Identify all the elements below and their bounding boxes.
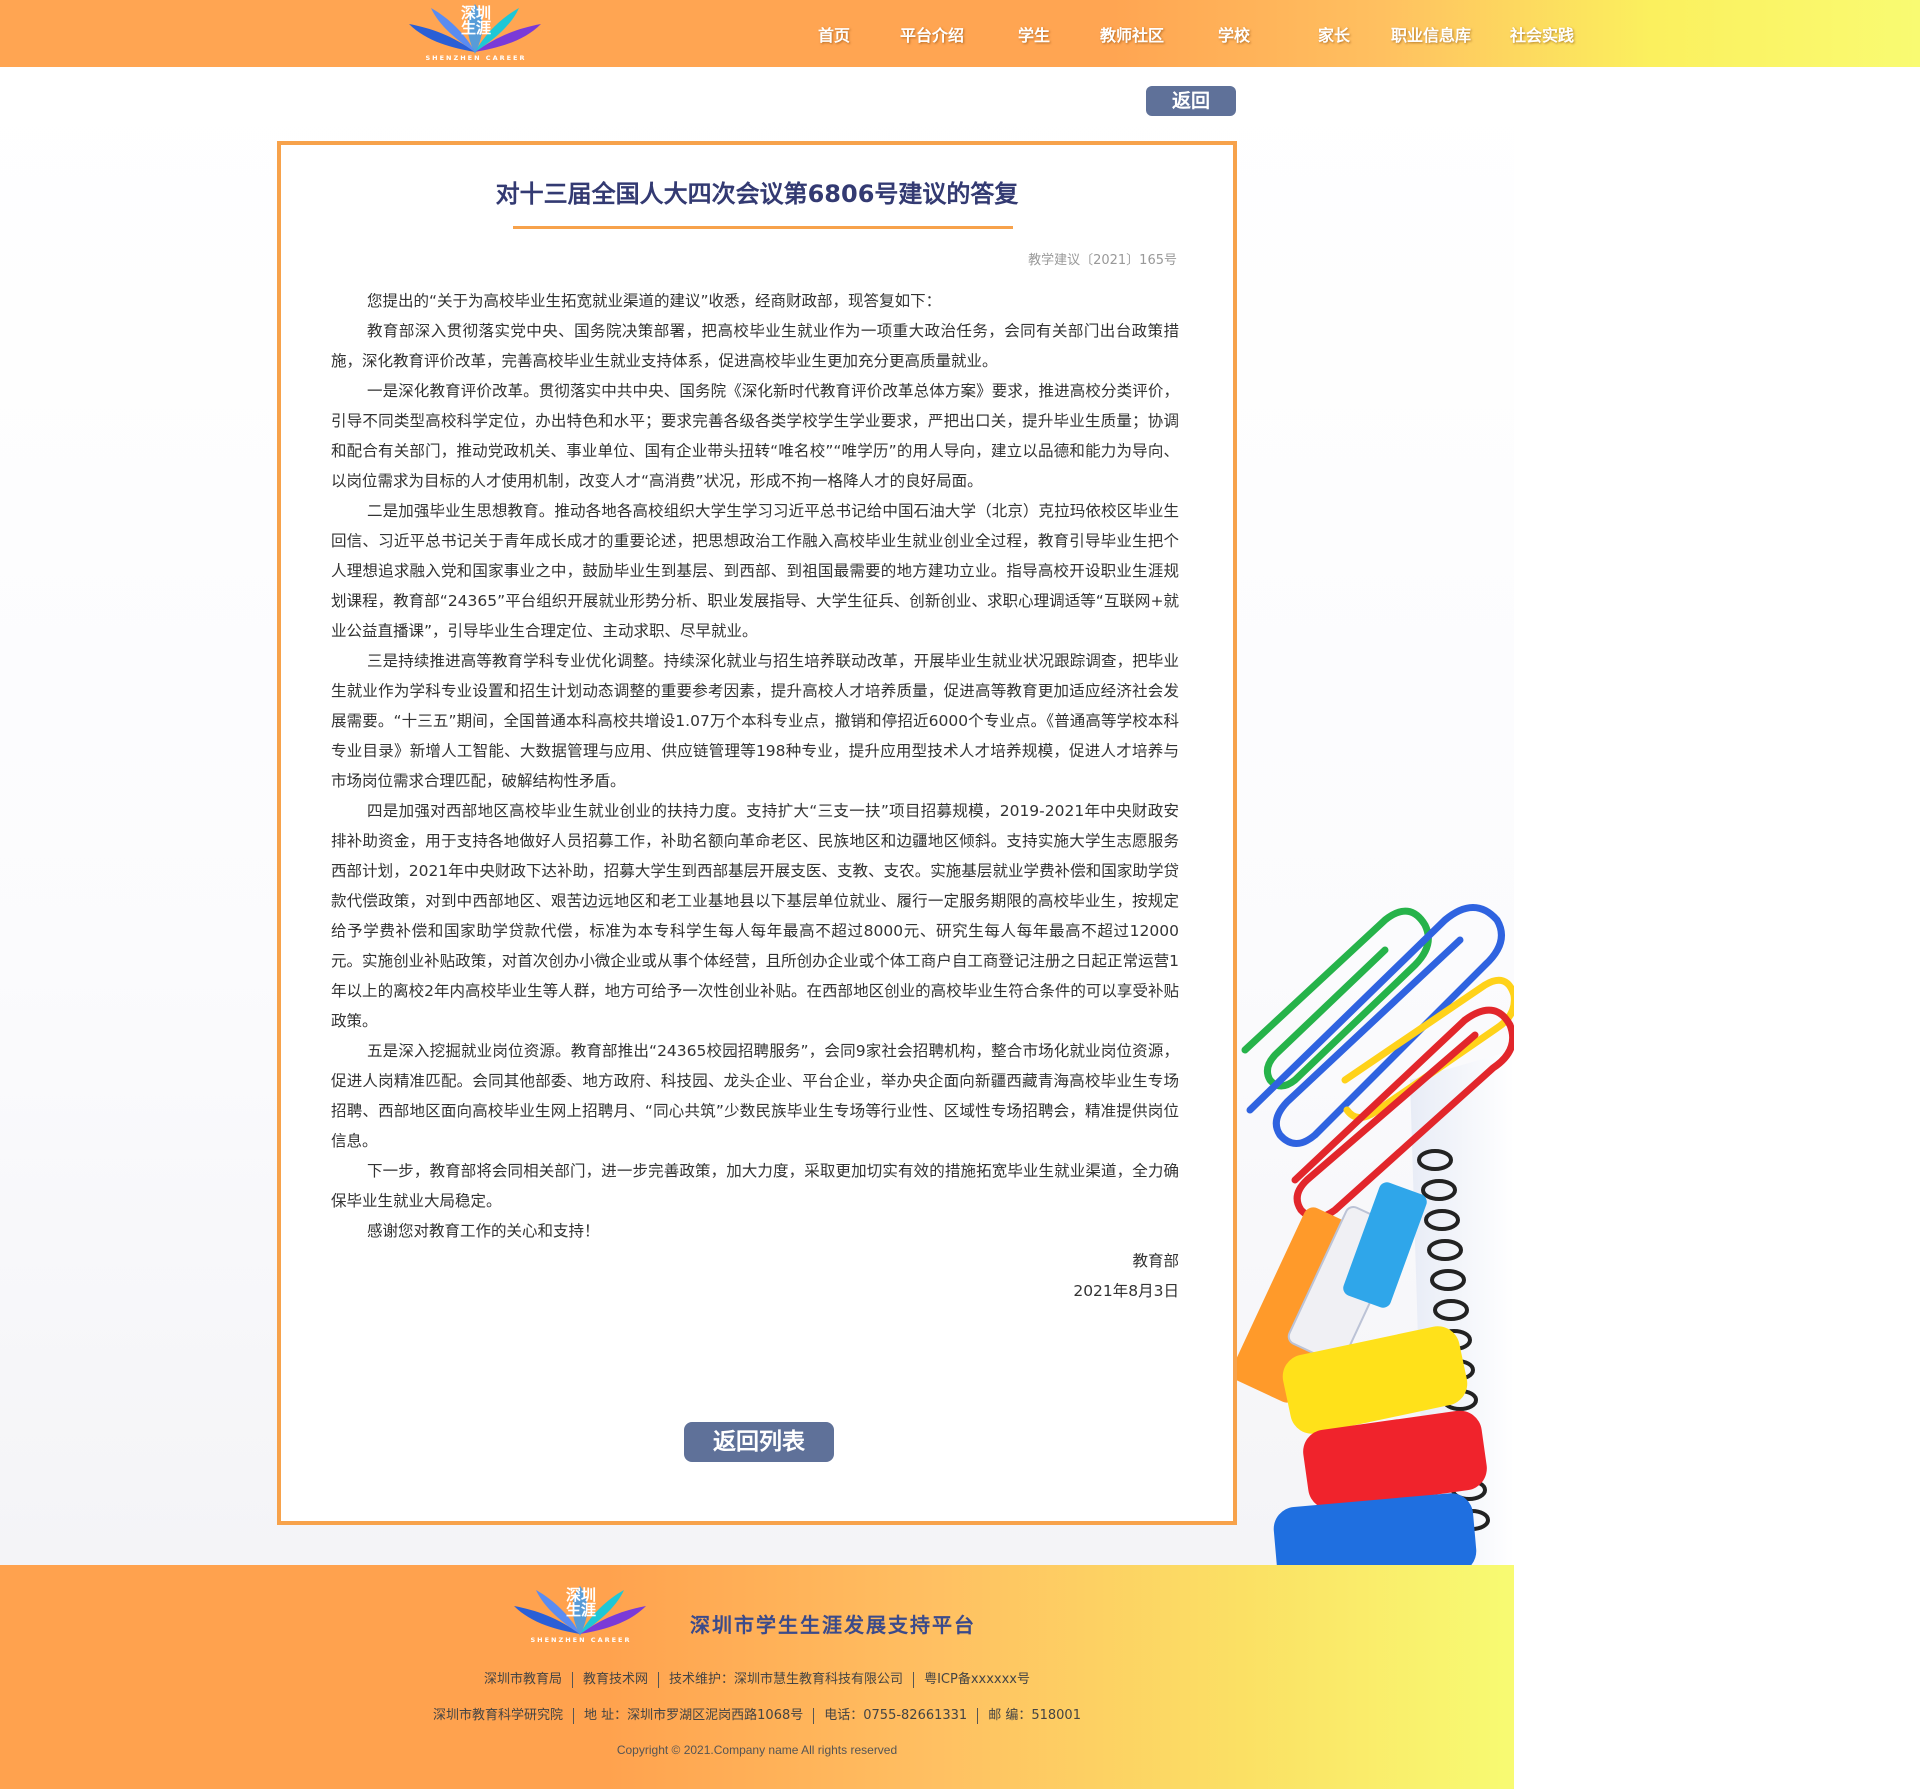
stationery-decoration-image	[1235, 880, 1514, 1565]
footer-maintainer: 技术维护：深圳市慧生教育科技有限公司	[658, 1672, 913, 1688]
signature-date: 2021年8月3日	[1073, 1282, 1179, 1300]
logo-subtitle: SHENZHEN CAREER	[530, 1636, 632, 1644]
article-container: 对十三届全国人大四次会议第6806号建议的答复 教学建议〔2021〕165号 您…	[277, 141, 1237, 1525]
footer-links-row-1: 深圳市教育局 教育技术网 技术维护：深圳市慧生教育科技有限公司 粤ICP备xxxxxx…	[0, 1672, 1514, 1688]
footer-link[interactable]: 教育技术网	[572, 1672, 658, 1688]
nav-schools[interactable]: 学校	[1218, 22, 1250, 46]
title-underline	[513, 226, 1013, 229]
nav-social-practice[interactable]: 社会实践	[1510, 22, 1574, 46]
footer-address: 地 址：深圳市罗湖区泥岗西路1068号	[573, 1708, 813, 1724]
footer-logo: 深圳 生涯 SHENZHEN CAREER	[512, 1584, 648, 1648]
footer-link[interactable]: 深圳市教育局	[474, 1672, 572, 1688]
logo-text: 深圳 生涯	[565, 1586, 596, 1619]
article-body: 您提出的“关于为高校毕业生拓宽就业渠道的建议”收悉，经商财政部，现答复如下： 教…	[331, 286, 1179, 1306]
signature-organization: 教育部	[1132, 1252, 1179, 1270]
footer-platform-name: 深圳市学生生涯发展支持平台	[690, 1613, 976, 1637]
nav-parents[interactable]: 家长	[1318, 22, 1350, 46]
site-footer: 深圳 生涯 SHENZHEN CAREER 深圳市学生生涯发展支持平台 深圳市教…	[0, 1565, 1514, 1789]
logo-text: 深圳 生涯	[460, 4, 491, 37]
article-paragraph: 四是加强对西部地区高校毕业生就业创业的扶持力度。支持扩大“三支一扶”项目招募规模…	[331, 802, 1179, 1030]
top-header: 深圳 生涯 SHENZHEN CAREER 首页 平台介绍 学生 教师社区 学校…	[0, 0, 1920, 67]
article-paragraph: 五是深入挖掘就业岗位资源。教育部推出“24365校园招聘服务”，会同9家社会招聘…	[331, 1042, 1179, 1150]
stationery-illustration	[1235, 904, 1514, 1565]
footer-link[interactable]: 深圳市教育科学研究院	[423, 1708, 573, 1724]
article-title: 对十三届全国人大四次会议第6806号建议的答复	[495, 180, 1019, 208]
footer-phone: 电话：0755-82661331	[813, 1708, 977, 1724]
back-button[interactable]: 返回	[1146, 86, 1236, 116]
footer-icp[interactable]: 粤ICP备xxxxxx号	[913, 1672, 1040, 1688]
nav-career-database[interactable]: 职业信息库	[1391, 22, 1471, 46]
copyright: Copyright © 2021.Company name All rights…	[616, 1743, 898, 1757]
document-number: 教学建议〔2021〕165号	[1028, 253, 1177, 268]
nav-platform-intro[interactable]: 平台介绍	[900, 22, 964, 46]
article-paragraph: 教育部深入贯彻落实党中央、国务院决策部署，把高校毕业生就业作为一项重大政治任务，…	[331, 322, 1179, 370]
right-margin	[1514, 67, 1920, 1789]
nav-home[interactable]: 首页	[818, 22, 850, 46]
article-paragraph: 感谢您对教育工作的关心和支持！	[367, 1222, 600, 1240]
article-paragraph: 您提出的“关于为高校毕业生拓宽就业渠道的建议”收悉，经商财政部，现答复如下：	[367, 292, 942, 310]
back-to-list-button[interactable]: 返回列表	[684, 1422, 834, 1462]
nav-teacher-community[interactable]: 教师社区	[1100, 22, 1164, 46]
footer-postcode: 邮 编：518001	[977, 1708, 1091, 1724]
article-paragraph: 三是持续推进高等教育学科专业优化调整。持续深化就业与招生培养联动改革，开展毕业生…	[331, 652, 1179, 790]
article-paragraph: 下一步，教育部将会同相关部门，进一步完善政策，加大力度，采取更加切实有效的措施拓…	[331, 1162, 1179, 1210]
article-paragraph: 一是深化教育评价改革。贯彻落实中共中央、国务院《深化新时代教育评价改革总体方案》…	[331, 382, 1179, 490]
article-paragraph: 二是加强毕业生思想教育。推动各地各高校组织大学生学习习近平总书记给中国石油大学（…	[331, 502, 1179, 640]
logo-subtitle: SHENZHEN CAREER	[425, 54, 527, 62]
footer-info-row-2: 深圳市教育科学研究院地 址：深圳市罗湖区泥岗西路1068号 电话：0755-826…	[0, 1708, 1514, 1724]
nav-students[interactable]: 学生	[1018, 22, 1050, 46]
site-logo[interactable]: 深圳 生涯 SHENZHEN CAREER	[407, 2, 543, 66]
